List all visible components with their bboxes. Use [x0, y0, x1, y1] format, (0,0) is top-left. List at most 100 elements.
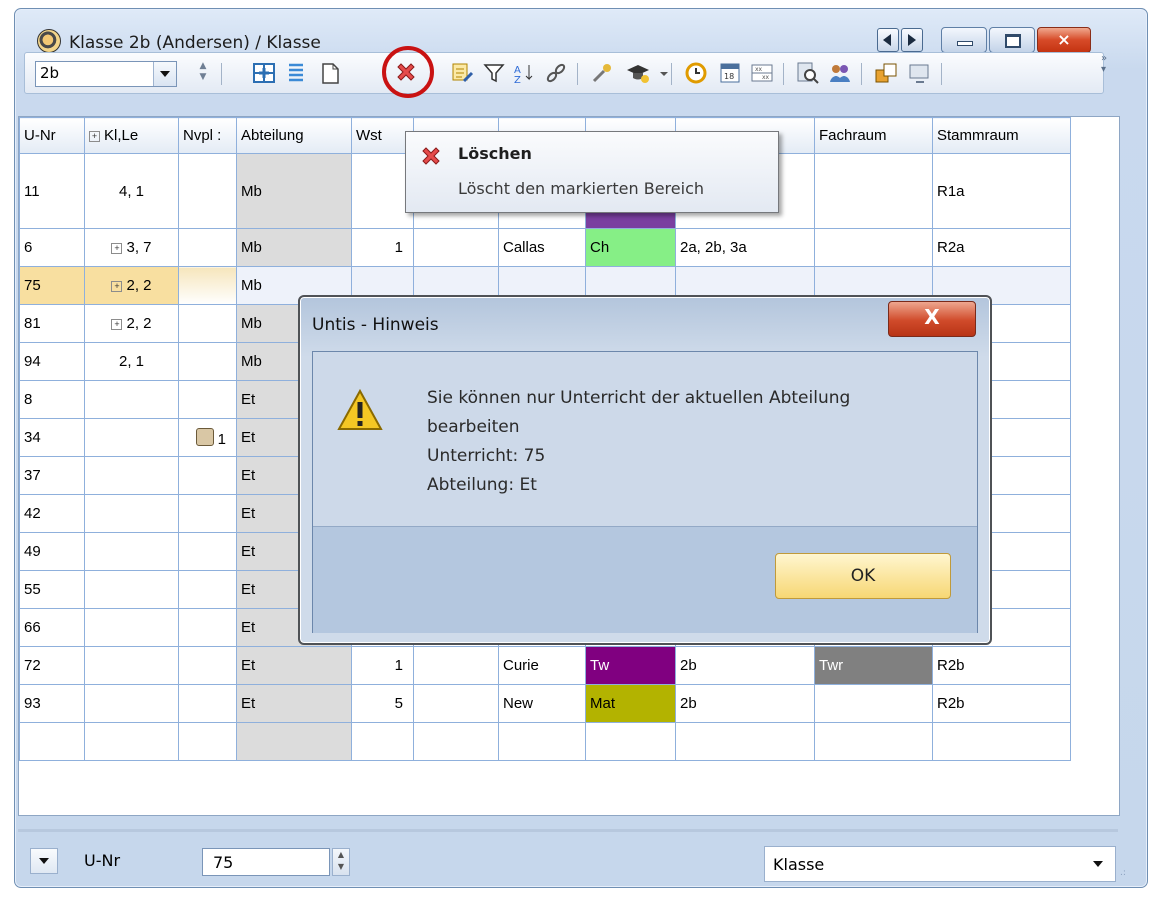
new-icon[interactable]: [317, 60, 343, 86]
cell-nvpl[interactable]: [178, 494, 237, 533]
cell-klle[interactable]: [84, 380, 179, 419]
minimize-button[interactable]: [941, 27, 987, 53]
cell-unr[interactable]: 8: [19, 380, 85, 419]
cell-fachraum[interactable]: [814, 722, 933, 761]
cell-fach[interactable]: [585, 722, 676, 761]
users-icon[interactable]: [827, 60, 853, 86]
link-icon[interactable]: [543, 60, 569, 86]
cell-wst[interactable]: [351, 722, 414, 761]
teacher-icon[interactable]: [625, 60, 651, 86]
cell-lehrer[interactable]: [498, 722, 586, 761]
cell-unr[interactable]: 49: [19, 532, 85, 571]
table-row[interactable]: [19, 722, 1071, 761]
cell-unr[interactable]: 93: [19, 684, 85, 723]
cell-klle[interactable]: [84, 456, 179, 495]
cell-fachraum[interactable]: [814, 153, 933, 229]
cell-unr[interactable]: 11: [19, 153, 85, 229]
grid-icon[interactable]: [251, 60, 277, 86]
cell-fach[interactable]: Ch: [585, 228, 676, 267]
cell-nvpl[interactable]: [178, 608, 237, 647]
cell-klle[interactable]: [84, 570, 179, 609]
tools-icon[interactable]: [589, 60, 615, 86]
toolbar-overflow-icon[interactable]: » ▾: [1101, 53, 1111, 93]
cell-unr[interactable]: 66: [19, 608, 85, 647]
cell-nvpl[interactable]: [178, 532, 237, 571]
column-header-fachraum[interactable]: Fachraum: [814, 117, 933, 154]
search-icon[interactable]: [795, 60, 821, 86]
cell-klle[interactable]: [84, 608, 179, 647]
cell-klle[interactable]: [84, 722, 179, 761]
cell-wst[interactable]: 5: [351, 684, 414, 723]
ok-button[interactable]: OK: [775, 553, 951, 599]
cell-unr[interactable]: 81: [19, 304, 85, 343]
table-icon[interactable]: xx xx: [749, 60, 775, 86]
view-combo[interactable]: Klasse: [764, 846, 1116, 882]
cell-klle[interactable]: [84, 418, 179, 457]
cell-stammraum[interactable]: R1a: [932, 153, 1071, 229]
cell-nvpl[interactable]: [178, 304, 237, 343]
column-header-klle[interactable]: + Kl,Le: [84, 117, 179, 154]
chevron-down-icon[interactable]: [651, 60, 668, 86]
expand-icon[interactable]: +: [89, 131, 100, 142]
cell-nvpl[interactable]: [178, 380, 237, 419]
title-bar[interactable]: Klasse 2b (Andersen) / Klasse ×: [15, 9, 1147, 53]
expand-icon[interactable]: +: [111, 281, 123, 292]
cell-abt[interactable]: [236, 722, 352, 761]
maximize-button[interactable]: [989, 27, 1035, 53]
cell-nvpl[interactable]: [178, 646, 237, 685]
cell-klle[interactable]: +2, 2: [84, 304, 179, 343]
cell-stammraum[interactable]: [932, 722, 1071, 761]
cell-fachraum[interactable]: Twr: [814, 646, 933, 685]
column-header-unr[interactable]: U-Nr: [19, 117, 85, 154]
cell-nvpl[interactable]: [178, 228, 237, 267]
cell-unr[interactable]: [19, 722, 85, 761]
edit-icon[interactable]: [449, 60, 475, 86]
cell-nvpl[interactable]: [178, 342, 237, 381]
cell-klle[interactable]: [84, 532, 179, 571]
cell-klle[interactable]: +2, 2: [84, 266, 179, 305]
cell-fach[interactable]: Mat: [585, 684, 676, 723]
cell-unr[interactable]: 94: [19, 342, 85, 381]
cell-klle[interactable]: 2, 1: [84, 342, 179, 381]
cell-nvpl[interactable]: [178, 570, 237, 609]
unr-input[interactable]: 75: [202, 848, 330, 876]
column-header-stammraum[interactable]: Stammraum: [932, 117, 1071, 154]
windows-icon[interactable]: [873, 60, 899, 86]
cell-nvpl[interactable]: [178, 684, 237, 723]
cell-nvpl[interactable]: [178, 456, 237, 495]
monitor-icon[interactable]: [907, 60, 933, 86]
expand-icon[interactable]: +: [111, 243, 123, 254]
cell-klle[interactable]: +3, 7: [84, 228, 179, 267]
calendar-icon[interactable]: 18: [717, 60, 743, 86]
cell-fach[interactable]: Tw: [585, 646, 676, 685]
cell-nvpl[interactable]: [178, 153, 237, 229]
cell-wst[interactable]: 1: [351, 646, 414, 685]
cell-klassen[interactable]: 2a, 2b, 3a: [675, 228, 815, 267]
sort-icon[interactable]: AZ: [511, 60, 537, 86]
column-header-nvpl[interactable]: Nvpl :: [178, 117, 237, 154]
cell-klle[interactable]: [84, 646, 179, 685]
cell-klle[interactable]: 4, 1: [84, 153, 179, 229]
chevron-down-icon[interactable]: [30, 848, 58, 874]
cell-fachraum[interactable]: [814, 684, 933, 723]
next-arrow-button[interactable]: [901, 28, 923, 52]
filter-icon[interactable]: [481, 60, 507, 86]
resize-grip-icon[interactable]: .:: [1120, 868, 1132, 880]
column-header-abteilung[interactable]: Abteilung: [236, 117, 352, 154]
cell-unr[interactable]: 55: [19, 570, 85, 609]
cell-c6[interactable]: [413, 646, 499, 685]
cell-unr[interactable]: 6: [19, 228, 85, 267]
table-row[interactable]: 72 Et 1 Curie Tw 2b Twr R2b: [19, 646, 1071, 685]
chevron-down-icon[interactable]: [153, 62, 176, 86]
cell-lehrer[interactable]: New: [498, 684, 586, 723]
cell-stammraum[interactable]: R2a: [932, 228, 1071, 267]
cell-c6[interactable]: [413, 722, 499, 761]
splitter[interactable]: [18, 829, 1118, 832]
cell-unr[interactable]: 34: [19, 418, 85, 457]
cell-unr[interactable]: 42: [19, 494, 85, 533]
cell-unr[interactable]: 72: [19, 646, 85, 685]
cell-klassen[interactable]: 2b: [675, 684, 815, 723]
spin-icon[interactable]: ▲ ▼: [332, 848, 350, 876]
cell-nvpl[interactable]: [178, 266, 237, 305]
table-row[interactable]: 93 Et 5 New Mat 2b R2b: [19, 684, 1071, 723]
